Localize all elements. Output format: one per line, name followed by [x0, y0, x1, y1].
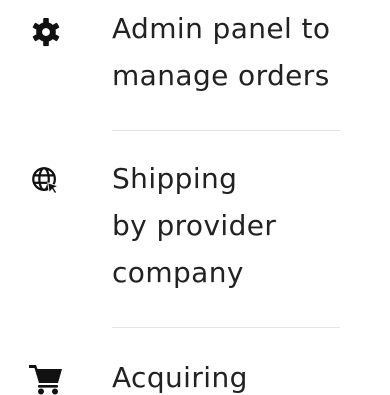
feature-line: manage orders — [112, 59, 330, 92]
divider — [112, 327, 340, 328]
feature-line: by provider — [112, 209, 277, 242]
feature-line: Acquiring — [112, 361, 248, 394]
cart-icon — [28, 362, 64, 395]
feature-text-admin-panel: Admin panel to manage orders — [112, 5, 382, 99]
feature-list: Admin panel to manage orders Shipping by… — [0, 0, 390, 395]
feature-text-shipping: Shipping by provider company — [112, 155, 382, 296]
feature-line: Admin panel to — [112, 12, 331, 45]
feature-text-acquiring: Acquiring — [112, 354, 382, 395]
globe-icon — [30, 165, 60, 195]
feature-line: Shipping — [112, 162, 238, 195]
divider — [112, 130, 340, 131]
feature-line: company — [112, 256, 244, 289]
gear-icon — [31, 17, 61, 47]
